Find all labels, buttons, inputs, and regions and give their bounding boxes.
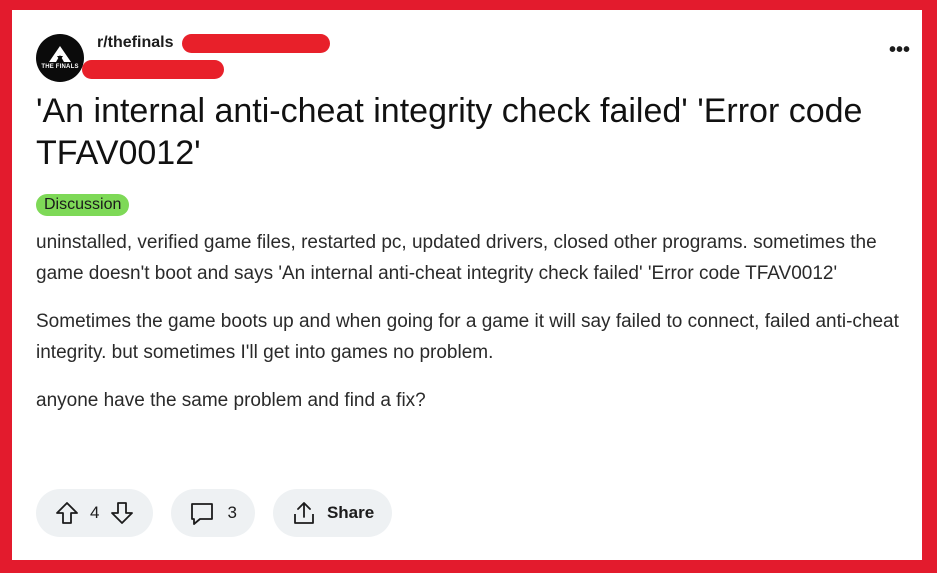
comment-count: 3 [227,503,237,522]
share-label: Share [326,503,375,522]
avatar-text: THE FINALS [41,64,79,70]
the-finals-logo-icon [49,46,71,62]
body-paragraph: uninstalled, verified game files, restar… [36,232,877,284]
vote-count: 4 [90,503,100,522]
post-title[interactable]: 'An internal anti-cheat integrity check … [36,90,896,174]
post-actions: 4 3 Share [36,489,393,537]
vote-bar: 4 [36,489,154,537]
redacted-timestamp [82,60,224,79]
body-paragraph: anyone have the same problem and find a … [36,390,426,411]
share-icon [294,502,314,524]
post-flair[interactable]: Discussion [36,194,130,216]
upvote-icon[interactable] [54,500,80,526]
comments-button[interactable]: 3 [171,489,255,537]
redacted-username [182,34,330,53]
post-body: uninstalled, verified game files, restar… [36,228,916,435]
more-options-icon[interactable]: ••• [889,40,910,60]
subreddit-avatar[interactable]: THE FINALS [36,34,84,82]
downvote-icon[interactable] [109,500,135,526]
comment-icon [191,503,214,525]
subreddit-link[interactable]: r/thefinals [97,34,173,52]
body-paragraph: Sometimes the game boots up and when goi… [36,311,899,363]
post-card: THE FINALS r/thefinals ••• 'An internal … [12,10,922,560]
share-button[interactable]: Share [272,489,393,537]
